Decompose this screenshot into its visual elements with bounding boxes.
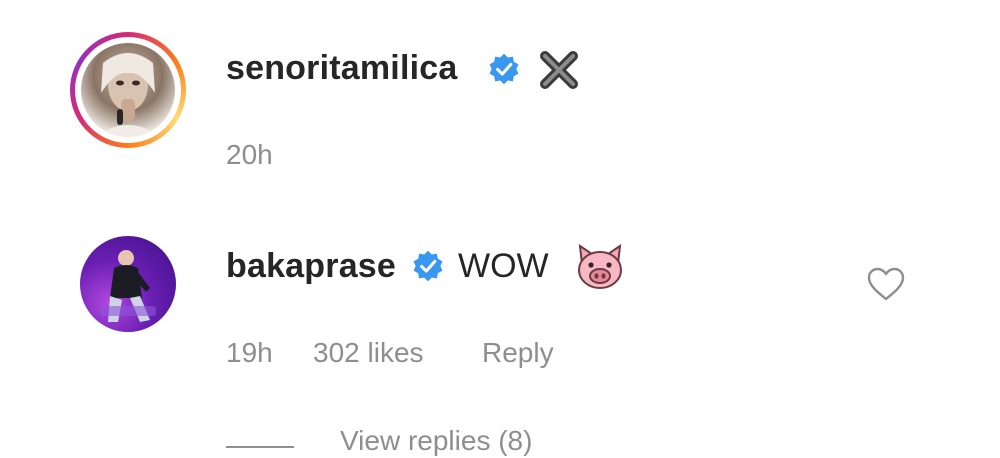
- avatar[interactable]: [70, 32, 186, 148]
- avatar-image: [100, 250, 156, 322]
- pig-face-emoji-icon: [578, 243, 622, 289]
- username[interactable]: bakaprase: [226, 246, 396, 286]
- comment-item: senoritamilica 20h: [0, 26, 1000, 176]
- heavy-multiplication-x-emoji-icon: [540, 51, 578, 89]
- likes-count[interactable]: 302 likes: [313, 336, 424, 370]
- comment-timestamp[interactable]: 20h: [226, 138, 273, 172]
- reply-button[interactable]: Reply: [482, 336, 554, 370]
- comment-timestamp[interactable]: 19h: [226, 336, 273, 370]
- comment-text: WOW: [458, 247, 549, 285]
- heart-icon[interactable]: [866, 266, 906, 302]
- verified-badge-icon: [489, 53, 519, 85]
- avatar[interactable]: [80, 236, 176, 332]
- avatar-image: [95, 53, 161, 137]
- username[interactable]: senoritamilica: [226, 48, 457, 88]
- view-replies-divider: [226, 446, 294, 448]
- view-replies-button[interactable]: View replies (8): [340, 424, 532, 458]
- avatar-photo: [81, 43, 175, 137]
- comment-item: bakaprase WOW 19h 302 likes Reply: [0, 232, 1000, 372]
- verified-badge-icon: [413, 250, 443, 282]
